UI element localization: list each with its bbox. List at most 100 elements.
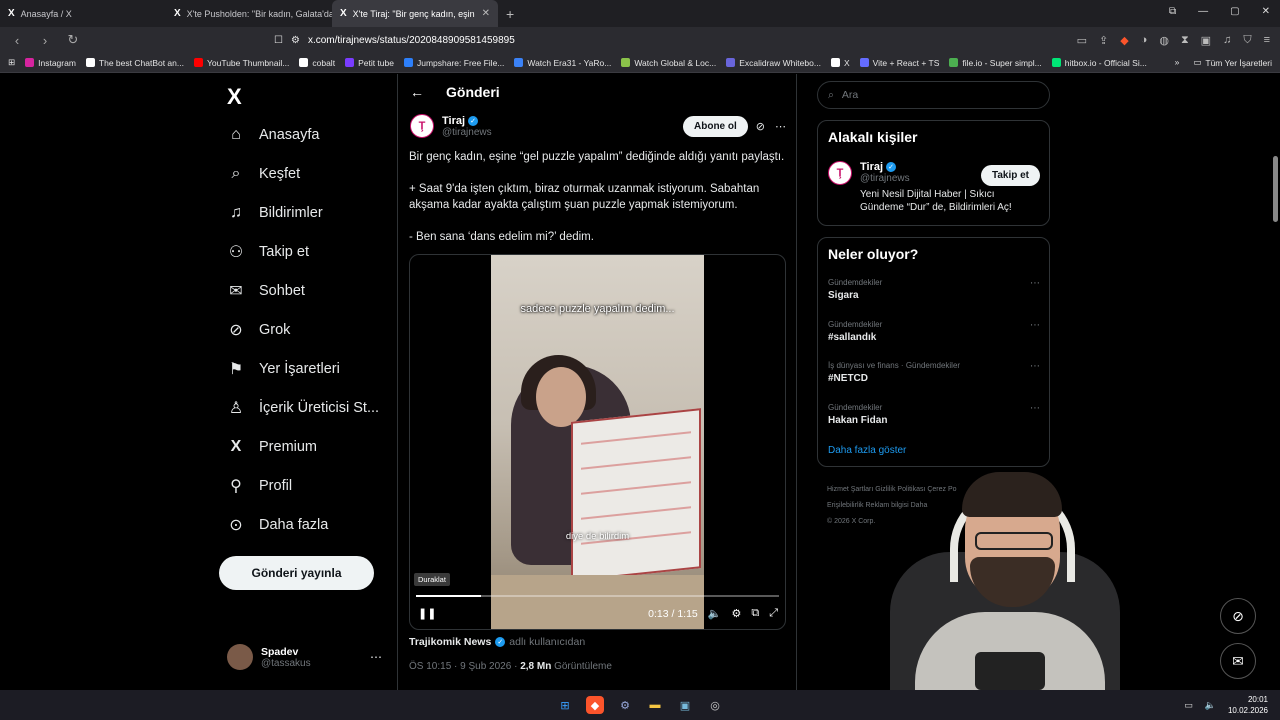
brave-icon[interactable]: ◆ (586, 696, 604, 714)
source-account[interactable]: Trajikomik News (409, 636, 491, 648)
back-icon[interactable]: ‹ (10, 33, 24, 48)
back-arrow-icon[interactable]: ← (410, 84, 424, 100)
nav-premium[interactable]: X Premium (227, 438, 317, 456)
bookmark-item[interactable]: Watch Era31 - YaRo... (514, 58, 611, 68)
brave-shield-icon[interactable]: ◆ (1120, 34, 1128, 47)
extensions-icon[interactable]: ⧉ (1169, 6, 1176, 17)
nav-creator-studio[interactable]: ♙ İçerik Üreticisi St... (227, 399, 379, 417)
file-explorer-icon[interactable]: ▬ (646, 696, 664, 714)
nav-more[interactable]: ⊙ Daha fazla (227, 516, 328, 534)
search-input[interactable]: ⌕ Ara (817, 81, 1050, 109)
more-icon[interactable]: ⋯ (370, 650, 382, 664)
show-more-link[interactable]: Daha fazla göster (828, 445, 906, 456)
clock[interactable]: 20:01 10.02.2026 (1228, 694, 1268, 716)
new-tab-icon[interactable]: + (498, 6, 522, 22)
bookmark-item[interactable]: Petit tube (345, 58, 394, 68)
trend-item[interactable]: İş dünyası ve finans · Gündemdekiler #NE… (828, 361, 1040, 384)
settings-icon[interactable]: ⚙ (731, 607, 741, 620)
more-icon[interactable]: ⋯ (1030, 403, 1040, 414)
nav-bookmarks[interactable]: ⚑ Yer İşaretleri (227, 360, 340, 378)
sidebar-icon[interactable]: ▣ (1201, 34, 1211, 47)
tiraj-avatar[interactable]: Ţ (828, 161, 852, 185)
scrollbar[interactable] (1273, 156, 1278, 222)
related-bio: Yeni Nesil Dijital Haber | Sıkıcı Gündem… (860, 189, 1012, 213)
more-icon[interactable]: ⋯ (775, 120, 786, 133)
start-icon[interactable]: ⊞ (556, 696, 574, 714)
nav-explore[interactable]: ⌕ Keşfet (227, 165, 301, 183)
tiraj-avatar[interactable]: Ţ (410, 114, 434, 138)
fullscreen-icon[interactable]: ⤢ (769, 607, 778, 620)
minimize-icon[interactable]: — (1198, 6, 1208, 17)
pause-icon[interactable]: ❚❚ (418, 607, 436, 620)
close-tab-icon[interactable]: ✕ (482, 8, 490, 19)
browser-tab-active[interactable]: X X'te Tiraj: "Bir genç kadın, eşin ✕ (332, 0, 498, 27)
bookmark-item[interactable]: Watch Global & Loc... (621, 58, 716, 68)
nav-grok[interactable]: ⊘ Grok (227, 321, 290, 339)
pip-icon[interactable]: ⧉ (751, 607, 759, 620)
obs-icon[interactable]: ◎ (706, 696, 724, 714)
bookmark-item[interactable]: Excalidraw Whitebo... (726, 58, 821, 68)
more-bookmarks-icon[interactable]: » (1175, 57, 1180, 68)
video-player[interactable]: sadece puzzle yapalım dedim... diye de b… (409, 254, 786, 630)
bookmark-item[interactable]: hitbox.io - Official Si... (1051, 58, 1147, 68)
forward-icon[interactable]: › (38, 33, 52, 48)
more-icon[interactable]: ⋯ (1030, 278, 1040, 289)
bookmark-page-icon[interactable]: ☐ (274, 35, 283, 46)
author-handle[interactable]: @tirajnews (442, 127, 492, 138)
volume-icon[interactable]: 🔈 (708, 607, 722, 620)
all-bookmarks[interactable]: ▭ Tüm Yer İşaretleri (1193, 57, 1272, 68)
trend-item[interactable]: Gündemdekiler Sigara ⋯ (828, 278, 1040, 301)
nav-home[interactable]: ⌂ Anasayfa (227, 126, 319, 144)
site-info-icon[interactable]: ⚙ (291, 35, 300, 46)
bookmark-item[interactable]: YouTube Thumbnail... (193, 58, 289, 68)
bookmark-item[interactable]: Instagram (25, 58, 76, 68)
url-text: x.com/tirajnews/status/20208489095814598… (307, 34, 515, 46)
network-icon[interactable]: ▭ (1184, 700, 1193, 711)
nav-profile[interactable]: ⚲ Profil (227, 477, 292, 495)
more-icon[interactable]: ⋯ (1030, 320, 1040, 331)
bookmark-item[interactable]: file.io - Super simpl... (949, 58, 1042, 68)
author-name[interactable]: Tiraj (442, 115, 465, 127)
post-button[interactable]: Gönderi yayınla (219, 556, 374, 590)
subscribe-button[interactable]: Abone ol (683, 115, 748, 137)
nav-follow[interactable]: ⚇ Takip et (227, 243, 309, 261)
cast-icon[interactable]: ▭ (1077, 34, 1087, 47)
follow-button[interactable]: Takip et (980, 165, 1040, 186)
browser-tab[interactable]: X X'te Pusholden: "Bir kadın, Galata'da (166, 0, 332, 27)
x-logo-icon[interactable]: X (227, 84, 242, 110)
video-progress-bar[interactable] (416, 595, 779, 597)
nav-notifications[interactable]: ♫ Bildirimler (227, 204, 323, 222)
screen-icon[interactable]: ▣ (676, 696, 694, 714)
close-window-icon[interactable]: ✕ (1262, 6, 1270, 17)
grok-fab-icon[interactable]: ⊘ (1220, 598, 1256, 634)
bookmark-item[interactable]: X (830, 58, 850, 68)
account-switcher[interactable]: Spadev @tassakus ⋯ (227, 644, 382, 670)
steam-icon[interactable]: ⚙ (616, 696, 634, 714)
browser-tab[interactable]: X Anasayfa / X (0, 0, 166, 27)
video-caption: diye de bilirdim (565, 531, 630, 542)
bookmark-item[interactable]: The best ChatBot an... (85, 58, 184, 68)
bookmark-item[interactable]: Vite + React + TS (859, 58, 939, 68)
more-icon[interactable]: ⋯ (1030, 361, 1040, 372)
vpn-icon[interactable]: ⛉ (1243, 34, 1251, 47)
extension-icon[interactable]: ◍ (1159, 34, 1169, 47)
bookmark-item[interactable]: cobalt (299, 58, 335, 68)
share-icon[interactable]: ⇪ (1099, 34, 1108, 47)
extension-icon[interactable]: ◑ (1141, 34, 1148, 47)
apps-icon[interactable]: ⊞ (8, 57, 15, 68)
trend-item[interactable]: Gündemdekiler Hakan Fidan ⋯ (828, 403, 1040, 426)
post-time[interactable]: ÖS 10:15 · 9 Şub 2026 · (409, 661, 517, 672)
volume-icon[interactable]: 🔈 (1205, 700, 1216, 711)
menu-icon[interactable]: ≡ (1264, 34, 1270, 47)
reload-icon[interactable]: ↻ (66, 32, 80, 48)
related-name[interactable]: Tiraj (860, 161, 883, 173)
trend-item[interactable]: Gündemdekiler #sallandık ⋯ (828, 320, 1040, 343)
url-field[interactable]: ☐ ⚙ x.com/tirajnews/status/2020848909581… (274, 35, 994, 46)
messages-fab-icon[interactable]: ✉ (1220, 643, 1256, 679)
music-icon[interactable]: ♫ (1223, 34, 1231, 47)
nav-chat[interactable]: ✉ Sohbet (227, 282, 305, 300)
maximize-icon[interactable]: ▢ (1230, 6, 1239, 17)
extension-icon[interactable]: ⧗ (1181, 34, 1189, 47)
bookmark-item[interactable]: Jumpshare: Free File... (403, 58, 504, 68)
grok-icon[interactable]: ⊘ (756, 120, 765, 133)
